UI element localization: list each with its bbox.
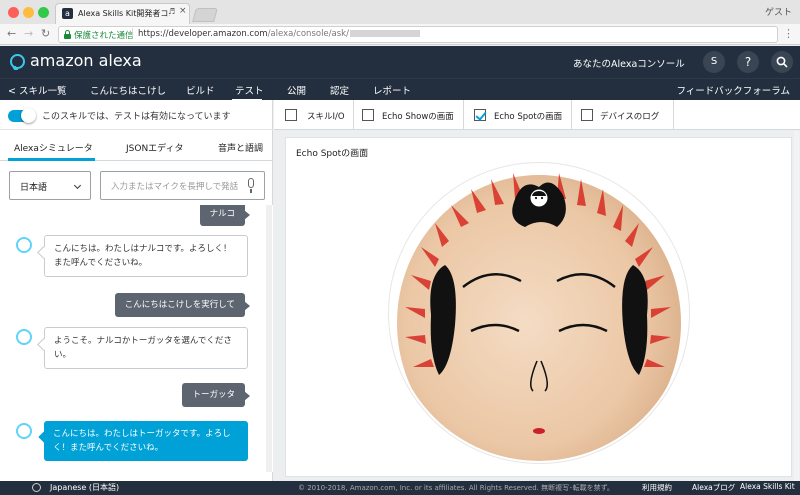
echo-spot-title: Echo Spotの画面 [296, 149, 369, 159]
browser-tab-bar: a Alexa Skills Kit開発者コンソール ♬ × ゲスト [0, 0, 800, 24]
secure-connection-label: 保護された通信 [74, 31, 134, 41]
chevron-down-icon [73, 181, 82, 190]
close-tab-icon[interactable]: × [179, 6, 187, 16]
speaker-icon[interactable]: ♬ [168, 7, 175, 16]
user-message: こんにちはこけしを実行して [114, 293, 251, 317]
forward-arrow-icon[interactable]: → [24, 27, 33, 40]
help-button[interactable]: ? [737, 51, 759, 73]
alexa-header: amazon alexa あなたのAlexaコンソール S ? [0, 46, 800, 78]
url-field[interactable]: 保護された通信 | https://developer.amazon.com/a… [58, 26, 778, 43]
echo-spot-checkbox[interactable] [474, 109, 486, 121]
alexa-message: ようこそ。ナルコかトーガッタを選んでください。 [44, 327, 248, 369]
nav-reports[interactable]: レポート [373, 83, 411, 97]
address-bar-row: ← → ↻ 保護された通信 | https://developer.amazon… [0, 24, 800, 45]
echo-spot-card: Echo Spotの画面 [285, 137, 792, 477]
right-panel-scrollbar[interactable] [794, 131, 799, 481]
alexa-status-icon [527, 187, 551, 216]
browser-tab[interactable]: a Alexa Skills Kit開発者コンソール ♬ × [55, 3, 190, 24]
user-avatar-button[interactable]: S [703, 51, 725, 73]
echo-show-option[interactable]: Echo Showの画面 [354, 100, 464, 130]
user-message: トーガッタ [182, 383, 250, 407]
chat-scrollbar[interactable] [266, 205, 272, 472]
user-message: ナルコ [199, 205, 251, 226]
skill-io-checkbox[interactable] [285, 109, 297, 121]
tab-voice-and-tone[interactable]: 音声と語調 [218, 141, 263, 154]
amazon-favicon-icon: a [62, 8, 73, 19]
feedback-forum-link[interactable]: フィードバックフォーラム [676, 83, 790, 97]
site-footer: Japanese (日本語) © 2010-2018, Amazon.com, … [0, 481, 800, 495]
console-title[interactable]: あなたのAlexaコンソール [573, 56, 685, 70]
alexa-message: こんにちは。わたしはナルコです。よろしく！また呼んでくださいね。 [44, 235, 248, 277]
device-view-tabs: スキルI/O Echo Showの画面 Echo Spotの画面 デバイスのログ [274, 100, 800, 130]
alexa-logo-text[interactable]: amazon alexa [30, 51, 142, 70]
utterance-input[interactable]: 入力またはマイクを長押しで発話 [100, 171, 265, 200]
echo-spot-label: Echo Spotの画面 [494, 112, 563, 122]
nav-publish[interactable]: 公開 [287, 83, 306, 97]
alexa-avatar-icon [16, 237, 32, 253]
alexa-avatar-icon [16, 329, 32, 345]
skill-io-label: スキルI/O [307, 112, 345, 122]
alexa-avatar-icon [16, 423, 32, 439]
url-text: https://developer.amazon.com/alexa/conso… [138, 29, 420, 39]
nav-certification[interactable]: 認定 [330, 83, 349, 97]
device-log-option[interactable]: デバイスのログ [572, 100, 674, 130]
skill-nav: < スキル一覧 こんにちはこけし ビルド テスト 公開 認定 レポート フィード… [0, 78, 800, 101]
nav-build[interactable]: ビルド [186, 83, 215, 97]
microphone-icon[interactable] [248, 178, 254, 193]
alexa-logo-icon [10, 54, 25, 69]
active-subtab-indicator [8, 158, 95, 161]
alexa-message-latest: こんにちは。わたしはトーガッタです。よろしく！また呼んでくださいね。 [44, 421, 248, 461]
nav-test[interactable]: テスト [235, 83, 264, 97]
footer-blog-link[interactable]: Alexaブログ [692, 482, 735, 493]
globe-icon [32, 483, 41, 492]
search-icon [776, 56, 788, 68]
reload-icon[interactable]: ↻ [41, 27, 50, 40]
search-button[interactable] [771, 51, 793, 73]
skill-name: こんにちはこけし [90, 86, 167, 97]
maximize-window-icon[interactable] [38, 7, 49, 18]
redacted-url-segment [349, 30, 420, 37]
tab-alexa-simulator[interactable]: Alexaシミュレータ [14, 141, 93, 154]
back-to-skills-link[interactable]: < スキル一覧 [8, 83, 66, 97]
test-enabled-toggle[interactable] [8, 108, 36, 123]
profile-label[interactable]: ゲスト [765, 5, 792, 18]
copyright-text: © 2010-2018, Amazon.com, Inc. or its aff… [298, 484, 614, 492]
device-log-label: デバイスのログ [600, 112, 660, 122]
tab-json-editor[interactable]: JSONエディタ [126, 141, 184, 154]
simulator-subtabs: Alexaシミュレータ JSONエディタ 音声と語調 [0, 131, 273, 161]
locale-value: 日本語 [20, 183, 48, 193]
test-toggle-row: このスキルでは、テストは有効になっています [0, 100, 273, 130]
close-window-icon[interactable] [8, 7, 19, 18]
locale-select[interactable]: 日本語 [9, 171, 91, 200]
chat-log[interactable]: ナルコ こんにちは。わたしはナルコです。よろしく！また呼んでくださいね。 こんに… [0, 205, 273, 472]
new-tab-button[interactable] [192, 8, 218, 22]
footer-terms-link[interactable]: 利用規約 [642, 482, 672, 493]
echo-show-label: Echo Showの画面 [382, 112, 454, 122]
test-enabled-label: このスキルでは、テストは有効になっています [42, 112, 231, 122]
echo-show-checkbox[interactable] [362, 109, 374, 121]
minimize-window-icon[interactable] [23, 7, 34, 18]
language-selector[interactable]: Japanese (日本語) [50, 482, 119, 493]
echo-spot-option[interactable]: Echo Spotの画面 [464, 100, 572, 130]
tab-title: Alexa Skills Kit開発者コンソール [78, 9, 170, 18]
device-log-checkbox[interactable] [581, 109, 593, 121]
lock-icon [64, 30, 71, 39]
back-arrow-icon[interactable]: ← [7, 27, 16, 40]
browser-menu-icon[interactable]: ⋮ [783, 27, 794, 40]
footer-ask-link[interactable]: Alexa Skills Kit [740, 482, 795, 491]
skill-io-option[interactable]: スキルI/O [274, 100, 354, 130]
